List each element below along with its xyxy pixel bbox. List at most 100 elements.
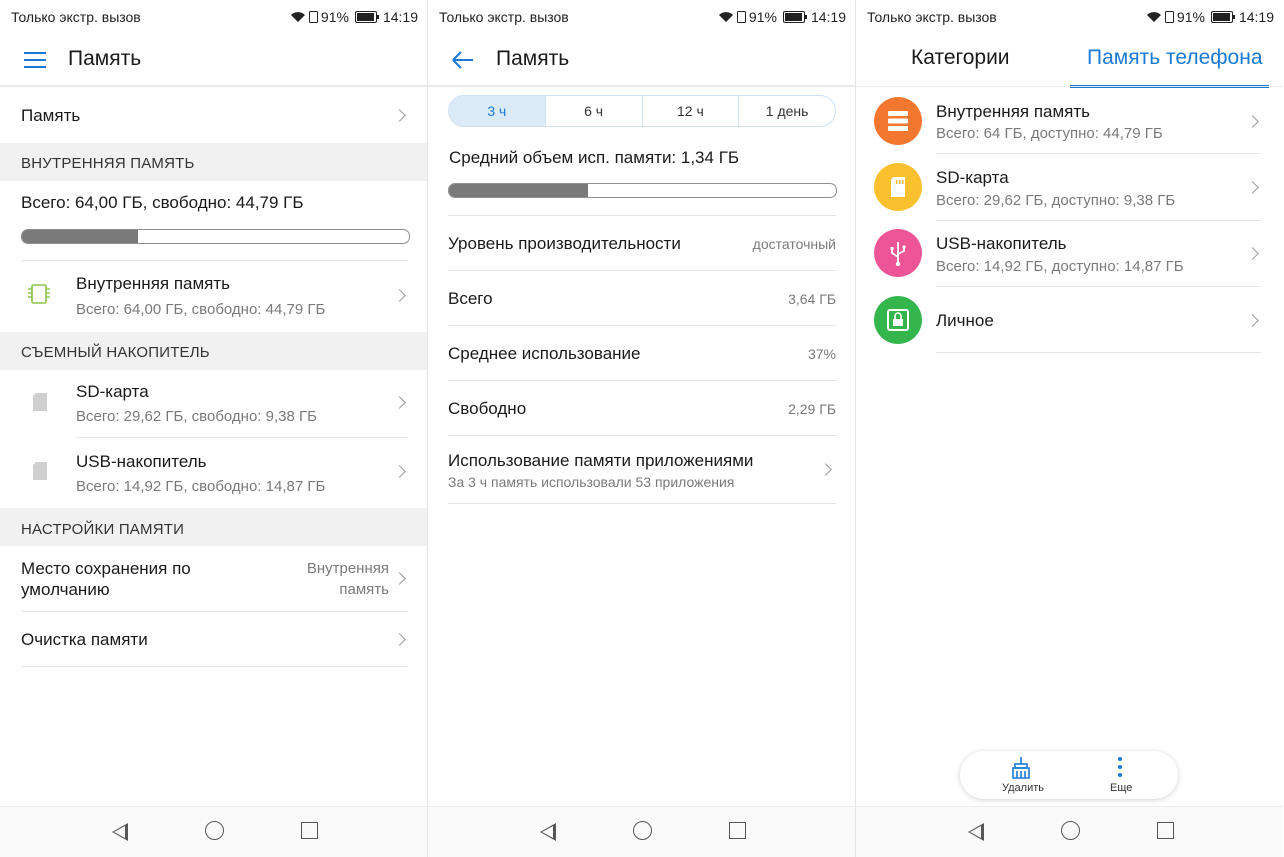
battery-percent: 91% [320, 9, 349, 25]
default-location-value: Внутренняя память [306, 560, 389, 598]
chevron-right-icon [1246, 181, 1259, 194]
free-label: Свободно [448, 399, 527, 418]
clock: 14:19 [810, 9, 846, 25]
tab-phone-storage[interactable]: Память телефона [1087, 46, 1263, 70]
screen-phone-storage: Только экстр. вызов 91% 14:19 Категории … [856, 0, 1283, 857]
chevron-right-icon [393, 289, 406, 302]
memory-row[interactable]: Память [21, 88, 408, 142]
tab-categories[interactable]: Категории [911, 46, 1010, 70]
avg-usage-label: Средний объем исп. памяти: 1,34 ГБ [449, 148, 740, 167]
nav-recents-icon[interactable] [1157, 822, 1174, 839]
nav-back-icon[interactable] [968, 823, 984, 841]
free-row: Свободно 2,29 ГБ [448, 381, 836, 435]
chevron-right-icon [393, 633, 406, 646]
nav-home-icon[interactable] [1061, 821, 1080, 840]
wifi-icon [1146, 12, 1161, 22]
menu-icon[interactable] [22, 48, 48, 72]
app-usage-title: Использование памяти приложениями [448, 451, 754, 470]
category-sub: Всего: 14,92 ГБ, доступно: 14,87 ГБ [936, 258, 1184, 275]
app-usage-row[interactable]: Использование памяти приложениями За 3 ч… [448, 437, 836, 503]
average-row: Среднее использование 37% [448, 326, 836, 380]
wifi-icon [290, 12, 305, 22]
avg-usage-bar [448, 183, 837, 198]
top-tabs: Категории Память телефона [856, 34, 1283, 88]
nav-home-icon[interactable] [633, 821, 652, 840]
sd-card-icon [874, 163, 922, 211]
sim-icon [736, 11, 746, 23]
chevron-right-icon [819, 463, 832, 476]
chevron-right-icon [393, 396, 406, 409]
average-value: 37% [807, 346, 836, 362]
category-title: USB-накопитель [936, 234, 1067, 253]
battery-icon [782, 11, 807, 23]
battery-percent: 91% [1176, 9, 1205, 25]
usb-storage-title: USB-накопитель [76, 452, 207, 471]
battery-icon [354, 11, 379, 23]
category-private[interactable]: Личное [856, 288, 1283, 352]
sd-card-sub: Всего: 29,62 ГБ, свободно: 9,38 ГБ [76, 408, 317, 425]
tab-3h[interactable]: 3 ч [449, 96, 545, 126]
status-bar: Только экстр. вызов 91% 14:19 [0, 0, 427, 34]
more-vert-icon [1118, 757, 1122, 777]
chevron-right-icon [393, 109, 406, 122]
sd-card-item[interactable]: SD-карта Всего: 29,62 ГБ, свободно: 9,38… [21, 370, 408, 436]
section-settings-header: НАСТРОЙКИ ПАМЯТИ [0, 508, 427, 546]
cleanup-row[interactable]: Очистка памяти [21, 613, 408, 666]
internal-storage-icon [874, 97, 922, 145]
wifi-icon [718, 12, 733, 22]
internal-item-title: Внутренняя память [76, 274, 231, 293]
sd-card-title: SD-карта [76, 382, 149, 401]
battery-icon [1210, 11, 1235, 23]
tab-6h[interactable]: 6 ч [544, 96, 642, 126]
cleanup-label: Очистка памяти [21, 630, 148, 649]
nav-bar [428, 806, 855, 857]
nav-bar [856, 806, 1283, 857]
default-location-label: Место сохранения по умолчанию [21, 559, 191, 599]
usb-storage-item[interactable]: USB-накопитель Всего: 14,92 ГБ, свободно… [21, 439, 408, 505]
nav-recents-icon[interactable] [301, 822, 318, 839]
clock: 14:19 [1238, 9, 1274, 25]
category-sub: Всего: 29,62 ГБ, доступно: 9,38 ГБ [936, 192, 1176, 209]
sd-card-icon [33, 393, 47, 411]
page-title: Память [68, 47, 142, 70]
back-arrow-icon[interactable] [450, 48, 476, 72]
performance-value: достаточный [752, 236, 836, 252]
page-title: Память [496, 47, 570, 70]
category-sd-card[interactable]: SD-карта Всего: 29,62 ГБ, доступно: 9,38… [856, 155, 1283, 221]
category-usb-storage[interactable]: USB-накопитель Всего: 14,92 ГБ, доступно… [856, 222, 1283, 288]
total-row: Всего 3,64 ГБ [448, 271, 836, 325]
category-sub: Всего: 64 ГБ, доступно: 44,79 ГБ [936, 125, 1163, 142]
nav-recents-icon[interactable] [729, 822, 746, 839]
chevron-right-icon [1246, 314, 1259, 327]
nav-home-icon[interactable] [205, 821, 224, 840]
usb-storage-sub: Всего: 14,92 ГБ, свободно: 14,87 ГБ [76, 478, 326, 495]
app-usage-sub: За 3 ч память использовали 53 приложения [448, 474, 735, 490]
total-label: Всего [448, 289, 493, 308]
time-range-tabs: 3 ч 6 ч 12 ч 1 день [448, 95, 836, 127]
category-title: Внутренняя память [936, 102, 1091, 121]
tab-1day[interactable]: 1 день [738, 96, 835, 126]
category-internal-storage[interactable]: Внутренняя память Всего: 64 ГБ, доступно… [856, 88, 1283, 154]
section-internal-header: ВНУТРЕННЯЯ ПАМЯТЬ [0, 143, 427, 181]
chip-icon [28, 284, 50, 304]
nav-back-icon[interactable] [540, 823, 556, 841]
carrier-label: Только экстр. вызов [867, 9, 997, 25]
usb-icon [874, 229, 922, 277]
section-removable-header: СЪЕМНЫЙ НАКОПИТЕЛЬ [0, 332, 427, 370]
more-button[interactable]: Еще [1094, 751, 1146, 799]
status-bar: Только экстр. вызов 91% 14:19 [856, 0, 1283, 34]
nav-bar [0, 806, 427, 857]
chevron-right-icon [393, 572, 406, 585]
nav-back-icon[interactable] [112, 823, 128, 841]
chevron-right-icon [1246, 115, 1259, 128]
status-bar: Только экстр. вызов 91% 14:19 [428, 0, 855, 34]
memory-row-label: Память [21, 106, 81, 125]
tab-12h[interactable]: 12 ч [641, 96, 739, 126]
internal-storage-item[interactable]: Внутренняя память Всего: 64,00 ГБ, свобо… [21, 262, 408, 330]
chevron-right-icon [393, 465, 406, 478]
chevron-right-icon [1246, 247, 1259, 260]
total-value: 3,64 ГБ [788, 291, 836, 307]
average-label: Среднее использование [448, 344, 641, 363]
delete-button[interactable]: Удалить [990, 751, 1054, 799]
default-location-row[interactable]: Место сохранения по умолчанию Внутренняя… [21, 546, 408, 610]
